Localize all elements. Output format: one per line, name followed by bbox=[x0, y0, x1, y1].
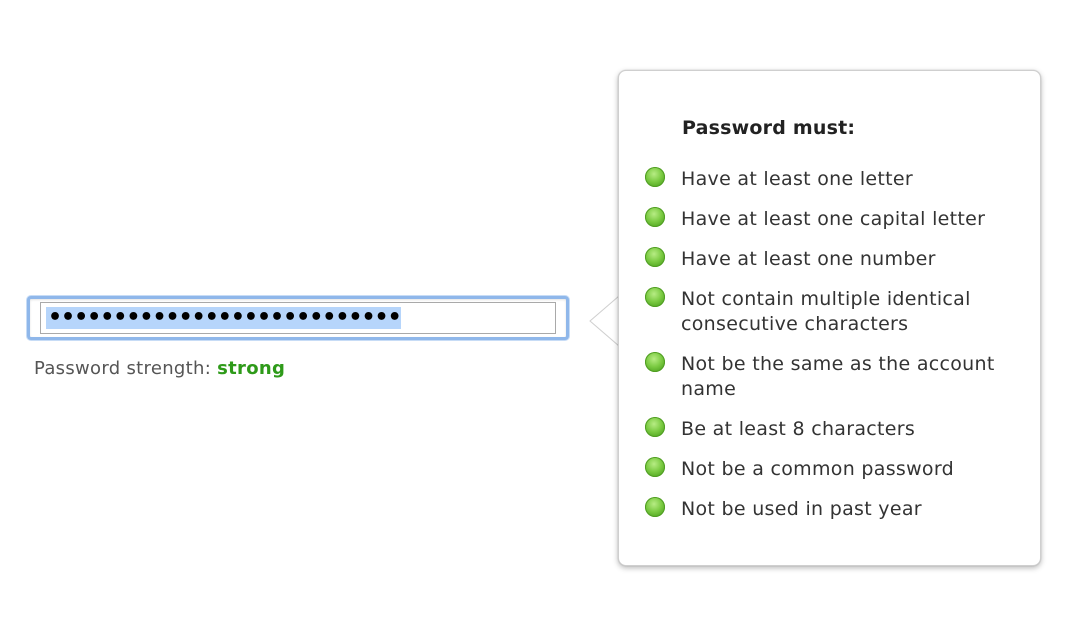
requirement-text: Not contain multiple identical consecuti… bbox=[681, 288, 971, 335]
requirement-item: Have at least one capital letter bbox=[645, 207, 1025, 232]
requirement-item: Have at least one letter bbox=[645, 167, 1025, 192]
green-check-dot-icon bbox=[645, 457, 665, 477]
requirement-item: Not be a common password bbox=[645, 457, 1025, 482]
requirement-text: Have at least one letter bbox=[681, 168, 913, 190]
password-strength-label: Password strength: bbox=[34, 358, 212, 379]
requirement-text: Be at least 8 characters bbox=[681, 418, 916, 440]
requirement-text: Not be the same as the account name bbox=[681, 353, 995, 400]
green-check-dot-icon bbox=[645, 417, 665, 437]
green-check-dot-icon bbox=[645, 497, 665, 517]
requirements-list: Have at least one letter Have at least on… bbox=[645, 167, 1025, 537]
requirement-text: Have at least one capital letter bbox=[681, 208, 986, 230]
requirement-text: Not be used in past year bbox=[681, 498, 922, 520]
requirement-item: Be at least 8 characters bbox=[645, 417, 1025, 442]
password-input-focus-ring[interactable]: ••••••••••••••••••••••••••• bbox=[27, 296, 569, 340]
requirement-text: Not be a common password bbox=[681, 458, 954, 480]
green-check-dot-icon bbox=[645, 287, 665, 307]
password-masked-value: ••••••••••••••••••••••••••• bbox=[46, 305, 402, 330]
requirement-item: Not contain multiple identical consecuti… bbox=[645, 287, 1025, 337]
password-input[interactable]: ••••••••••••••••••••••••••• bbox=[40, 302, 556, 334]
password-form: ••••••••••••••••••••••••••• Password str… bbox=[0, 0, 1080, 619]
password-strength: Password strength: strong bbox=[34, 358, 285, 379]
green-check-dot-icon bbox=[645, 167, 665, 187]
requirement-item: Not be the same as the account name bbox=[645, 352, 1025, 402]
requirement-item: Have at least one number bbox=[645, 247, 1025, 272]
password-requirements-popover: Password must: Have at least one letter H… bbox=[618, 70, 1041, 566]
requirement-item: Not be used in past year bbox=[645, 497, 1025, 522]
green-check-dot-icon bbox=[645, 207, 665, 227]
green-check-dot-icon bbox=[645, 352, 665, 372]
password-strength-value: strong bbox=[217, 358, 286, 379]
popover-arrow-shape bbox=[589, 294, 622, 348]
requirement-text: Have at least one number bbox=[681, 248, 936, 270]
popover-title: Password must: bbox=[682, 117, 856, 139]
green-check-dot-icon bbox=[645, 247, 665, 267]
